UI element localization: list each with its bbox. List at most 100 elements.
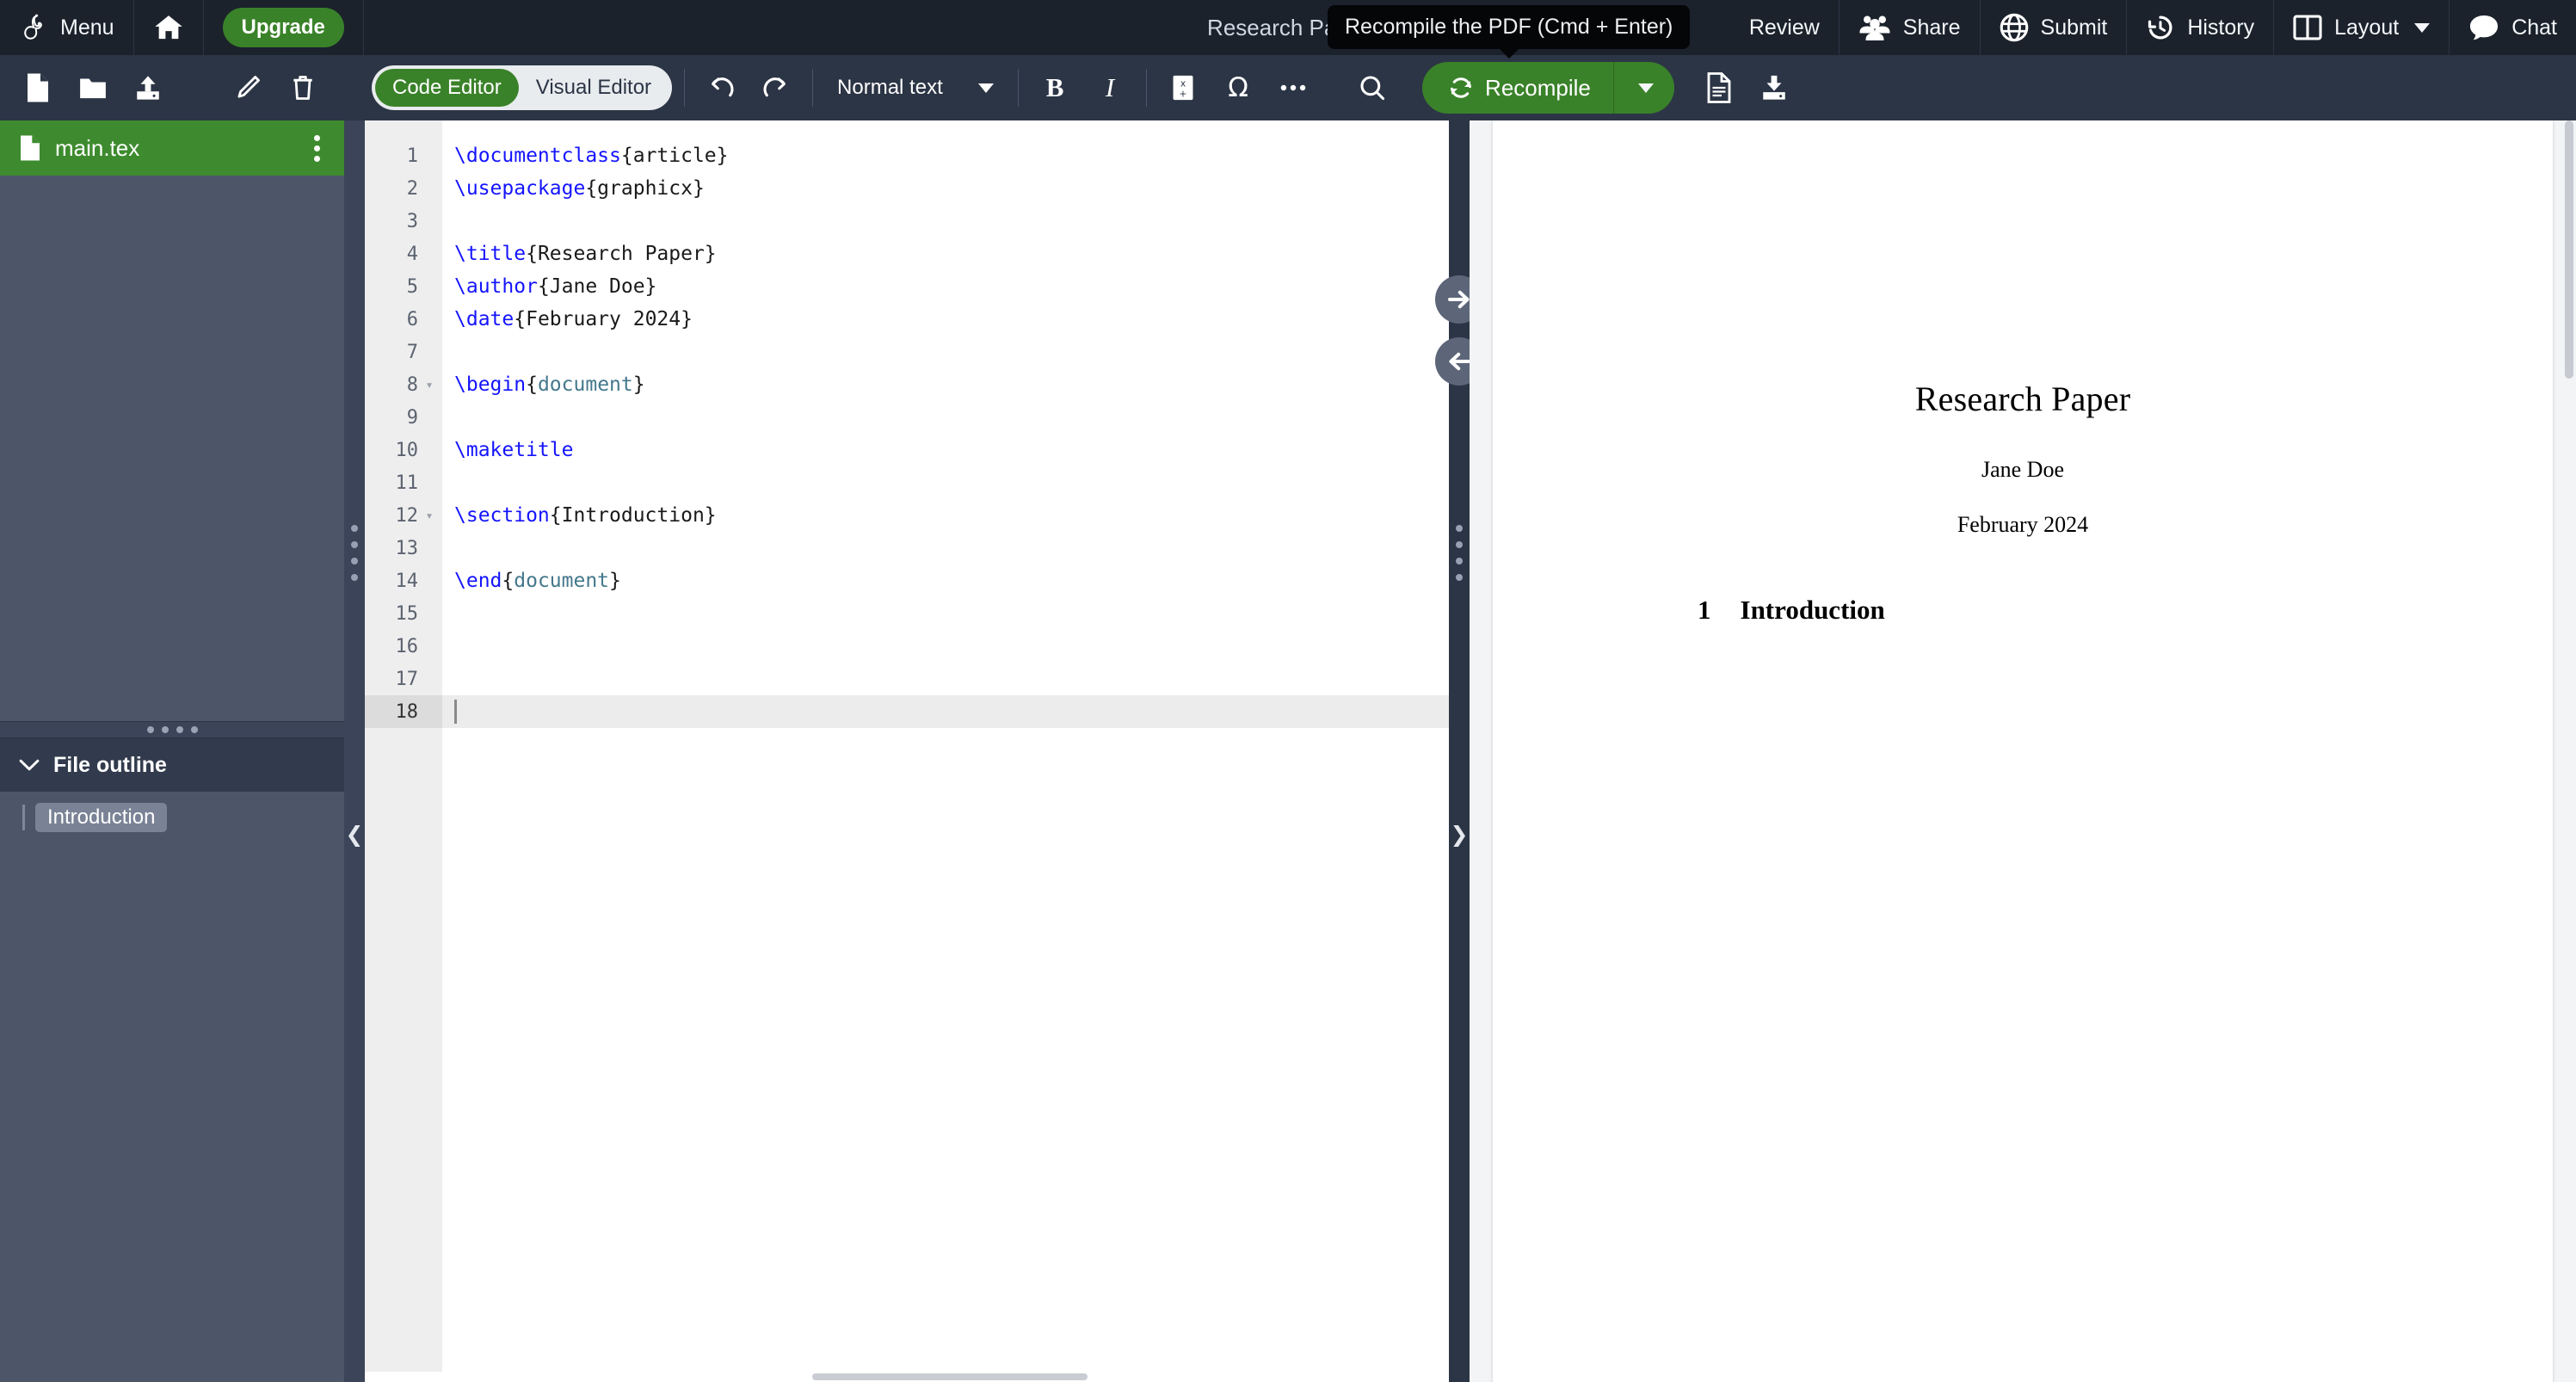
pdf-page: Research Paper Jane Doe February 2024 1 … [1493,120,2553,1382]
chat-bubble-icon [2468,14,2499,41]
outline-resize-handle[interactable] [0,721,344,738]
download-pdf-button[interactable] [1750,64,1798,112]
code-line[interactable] [442,630,1449,663]
scrollbar-thumb[interactable] [812,1373,1088,1380]
line-number: 8 ▾ [365,368,442,401]
code-token-cmd: \date [454,308,515,330]
code-line[interactable]: \end{document} [442,565,1449,597]
chat-button[interactable]: Chat [2450,0,2576,55]
collapse-sidebar-button[interactable]: ❮ [346,824,364,846]
share-label: Share [1902,15,1961,40]
tab-visual-editor[interactable]: Visual Editor [519,69,669,107]
main-area: main.tex File outline Introduction ❮ 1 2… [0,120,2576,1382]
code-line[interactable]: \date {February 2024} [442,303,1449,336]
bold-button[interactable]: B [1031,64,1079,112]
code-token-env: document [514,570,610,592]
tab-code-editor[interactable]: Code Editor [375,69,519,107]
code-line[interactable] [442,597,1449,630]
home-icon [153,14,184,41]
code-token-cmd: \end [454,570,502,592]
line-number: 2▾ [365,172,442,205]
file-outline-header[interactable]: File outline [0,738,344,792]
fold-arrow-icon[interactable]: ▾ [423,377,435,392]
rename-file-button[interactable] [224,64,272,112]
code-line[interactable] [442,466,1449,499]
editor-pdf-splitter[interactable]: ❯ [1435,120,1483,1382]
delete-file-button[interactable] [279,64,327,112]
pdf-document-title: Research Paper [1914,379,2131,418]
line-number: 6▾ [365,303,442,336]
code-line[interactable] [442,663,1449,695]
editor-horizontal-scrollbar[interactable] [365,1372,1449,1382]
sidebar-editor-splitter[interactable]: ❮ [344,120,365,1382]
code-line[interactable]: \documentclass {article} [442,139,1449,172]
line-number: 9▾ [365,401,442,434]
file-menu-button[interactable] [309,130,325,167]
line-number: 1▾ [365,139,442,172]
layout-button[interactable]: Layout [2274,0,2450,55]
review-label: Review [1748,15,1820,40]
code-line[interactable]: \title {Research Paper} [442,238,1449,270]
upgrade-button[interactable]: Upgrade [222,8,344,47]
recompile-options-button[interactable] [1614,62,1674,114]
code-line[interactable]: \author {Jane Doe} [442,270,1449,303]
history-button[interactable]: History [2127,0,2275,55]
menu-button[interactable]: Menu [0,0,134,55]
line-number: 16▾ [365,630,442,663]
splitter-grip [351,525,358,581]
line-number-value: 9 [406,406,418,429]
recompile-button[interactable]: Recompile [1422,62,1613,114]
logs-button[interactable] [1695,64,1743,112]
toolbar-separator-3 [1018,69,1020,107]
toolbar-separator [684,69,686,107]
code-line[interactable] [442,532,1449,565]
code-line[interactable] [442,401,1449,434]
code-line[interactable]: \section {Introduction} [442,499,1449,532]
overleaf-logo-icon [19,13,48,42]
line-number-value: 15 [395,602,419,625]
code-editor-surface[interactable]: 1▾2▾3▾4▾5▾6▾7▾8▾9▾10▾11▾12▾13▾14▾15▾16▾1… [365,120,1449,1372]
new-file-button[interactable] [14,64,62,112]
more-options-button[interactable] [1269,64,1317,112]
text-style-dropdown[interactable]: Normal text [825,66,1006,109]
insert-symbol-button[interactable]: Ω [1214,64,1262,112]
pdf-vertical-scrollbar[interactable] [2565,120,2573,379]
submit-button[interactable]: Submit [1981,0,2128,55]
code-line[interactable]: \begin{document} [442,368,1449,401]
undo-button[interactable] [697,64,745,112]
file-item-main-tex[interactable]: main.tex [0,120,344,176]
search-button[interactable] [1348,64,1396,112]
italic-button[interactable]: I [1086,64,1134,112]
line-number-value: 1 [406,145,418,167]
code-line[interactable] [442,336,1449,368]
outline-item-introduction[interactable]: Introduction [0,799,344,836]
pdf-preview-panel[interactable]: Research Paper Jane Doe February 2024 1 … [1470,120,2576,1382]
insert-math-button[interactable]: x + [1159,64,1207,112]
review-button[interactable]: Review [1730,0,1840,55]
code-content[interactable]: \documentclass {article} \usepackage {graph… [442,120,1449,1372]
line-number: 15▾ [365,597,442,630]
expand-pdf-button[interactable]: ❯ [1451,824,1469,846]
redo-button[interactable] [752,64,800,112]
line-number-value: 10 [395,439,419,461]
line-number: 12 ▾ [365,499,442,532]
line-number-value: 5 [406,275,418,298]
code-line[interactable]: \maketitle [442,434,1449,466]
code-line[interactable] [442,205,1449,238]
home-button[interactable] [134,0,204,55]
fold-arrow-icon[interactable]: ▾ [423,508,435,523]
upload-button[interactable] [124,64,172,112]
history-label: History [2187,15,2255,40]
insert-group: x + Ω [1159,64,1317,112]
line-number-value: 12 [395,504,419,527]
code-token-cmd: \usepackage [454,177,586,200]
code-line[interactable] [442,695,1449,728]
code-token-plain: { [526,373,538,396]
pdf-date: February 2024 [1957,512,2089,537]
line-number-value: 6 [406,308,418,330]
chevron-down-icon [19,758,40,772]
new-folder-button[interactable] [69,64,117,112]
code-token-plain: {Jane Doe} [537,275,657,298]
share-button[interactable]: Share [1840,0,1981,55]
code-line[interactable]: \usepackage {graphicx} [442,172,1449,205]
